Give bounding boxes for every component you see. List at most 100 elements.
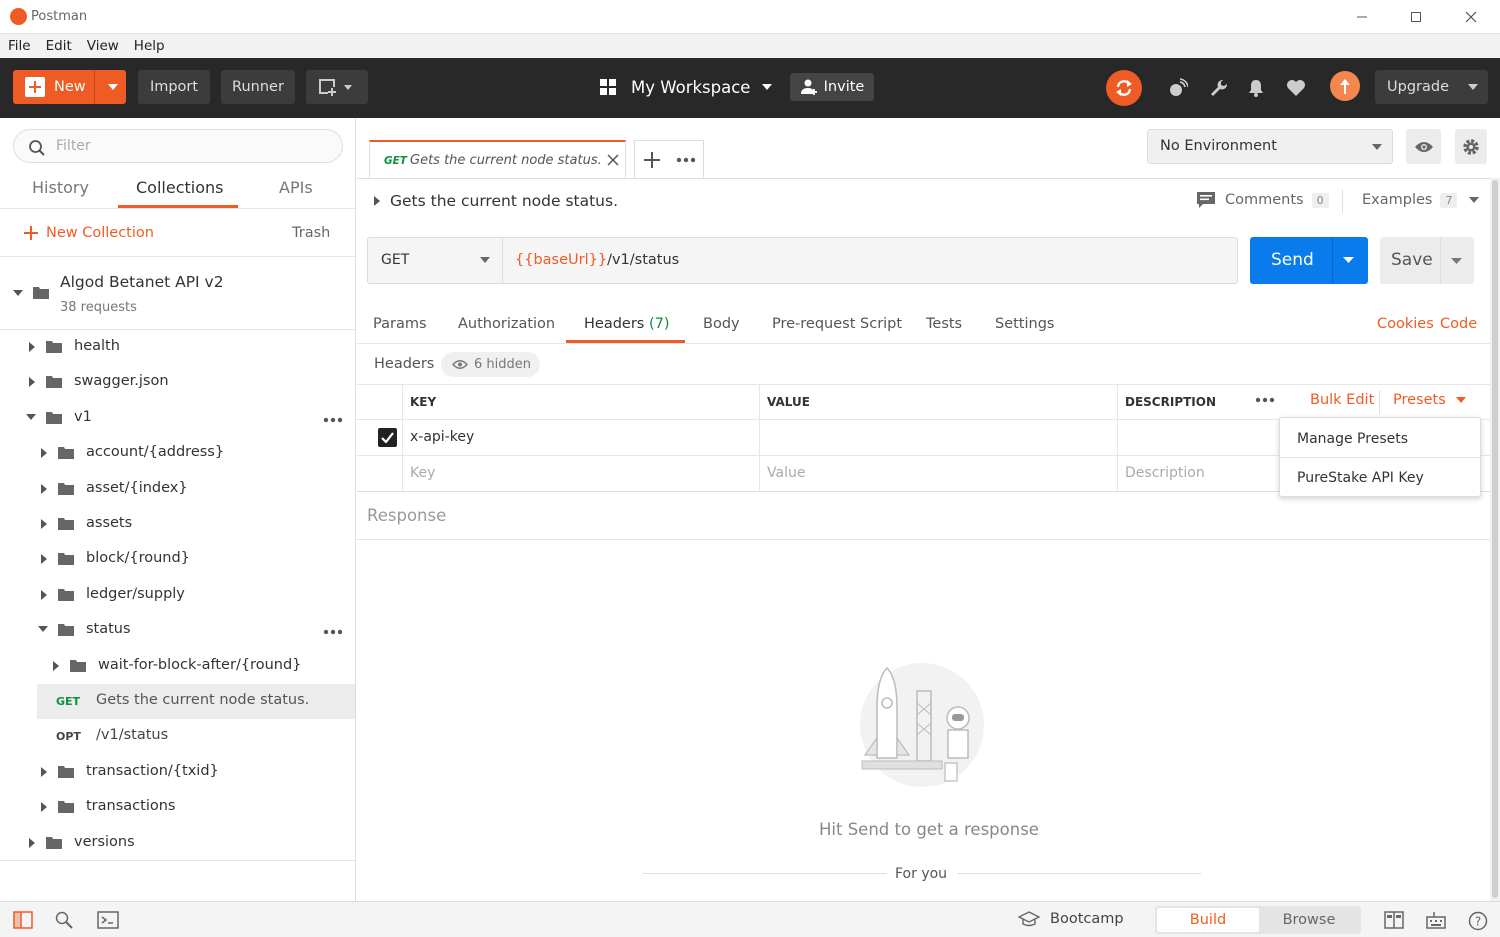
menu-help[interactable]: Help (134, 38, 165, 54)
sync-icon[interactable] (1106, 70, 1142, 106)
help-icon[interactable]: ? (1468, 911, 1488, 931)
tree-folder-item[interactable]: transactions (0, 790, 355, 825)
tab-history[interactable]: History (32, 178, 89, 197)
new-button[interactable]: New (13, 70, 126, 104)
satellite-icon[interactable] (1168, 78, 1188, 98)
request-name[interactable]: Gets the current node status. (373, 192, 618, 210)
tab-more-button[interactable] (669, 141, 703, 178)
tree-folder-item[interactable]: transaction/{txid} (0, 755, 355, 790)
menu-edit[interactable]: Edit (46, 38, 72, 54)
close-icon[interactable] (607, 154, 619, 166)
environment-quick-look-button[interactable] (1406, 129, 1441, 164)
new-key-input[interactable]: Key (402, 456, 759, 492)
url-input[interactable]: {{baseUrl}}/v1/status (515, 252, 679, 268)
chevron-right-icon[interactable] (40, 766, 48, 777)
filter-box[interactable] (13, 129, 343, 163)
heart-icon[interactable] (1286, 78, 1306, 98)
more-icon[interactable] (323, 629, 343, 635)
chevron-right-icon[interactable] (40, 589, 48, 600)
scrollbar-thumb[interactable] (1492, 180, 1498, 898)
header-value-cell[interactable] (759, 420, 1117, 456)
toggle-sidebar-icon[interactable] (13, 911, 33, 929)
tab-tests[interactable]: Tests (926, 316, 962, 332)
avatar[interactable] (1330, 71, 1360, 101)
tree-request-item[interactable]: OPT/v1/status (0, 719, 355, 754)
menu-item-manage-presets[interactable]: Manage Presets (1280, 419, 1480, 457)
tree-folder-item[interactable]: wait-for-block-after/{round} (0, 649, 355, 684)
chevron-right-icon[interactable] (40, 483, 48, 494)
chevron-right-icon[interactable] (28, 377, 36, 388)
keyboard-shortcuts-icon[interactable] (1426, 911, 1446, 929)
chevron-down-icon[interactable] (1451, 258, 1462, 265)
tab-apis[interactable]: APIs (279, 178, 313, 197)
tab-body[interactable]: Body (703, 316, 740, 332)
new-collection-button[interactable]: New Collection (24, 225, 154, 241)
menu-file[interactable]: File (8, 38, 31, 54)
examples-button[interactable]: Examples 7 (1362, 192, 1480, 208)
new-value-input[interactable]: Value (759, 456, 1117, 492)
workspace-switcher[interactable]: My Workspace (598, 70, 774, 104)
tab-settings[interactable]: Settings (995, 316, 1054, 332)
new-window-button[interactable] (306, 70, 368, 104)
more-icon[interactable] (323, 417, 343, 423)
maximize-icon[interactable] (1401, 5, 1431, 29)
chevron-right-icon[interactable] (40, 519, 48, 529)
bell-icon[interactable] (1246, 78, 1266, 98)
tree-folder-item[interactable]: block/{round} (0, 542, 355, 577)
environment-select[interactable]: No Environment (1147, 129, 1393, 164)
tree-folder-item[interactable]: assets (0, 507, 355, 542)
runner-button[interactable]: Runner (221, 70, 295, 104)
tab-collections[interactable]: Collections (136, 178, 223, 197)
chevron-right-icon[interactable] (40, 802, 48, 813)
tree-folder-item[interactable]: swagger.json (0, 365, 355, 400)
import-button[interactable]: Import (138, 70, 210, 104)
two-pane-view-icon[interactable] (1384, 911, 1404, 929)
more-icon[interactable] (1255, 397, 1275, 403)
trash-button[interactable]: Trash (292, 225, 330, 241)
presets-dropdown[interactable]: Presets (1393, 392, 1466, 408)
request-tab[interactable]: GET Gets the current node status. (369, 140, 626, 178)
filter-input[interactable] (56, 136, 326, 156)
add-tab-button[interactable] (635, 141, 669, 178)
tree-folder-item[interactable]: asset/{index} (0, 472, 355, 507)
save-button[interactable]: Save (1380, 237, 1474, 284)
chevron-right-icon[interactable] (52, 660, 60, 671)
menu-view[interactable]: View (87, 38, 119, 54)
bootcamp-button[interactable]: Bootcamp (1018, 911, 1124, 927)
code-link[interactable]: Code (1440, 316, 1477, 332)
comments-button[interactable]: Comments 0 (1197, 192, 1329, 208)
tab-authorization[interactable]: Authorization (458, 316, 555, 332)
collection-item[interactable]: Algod Betanet API v2 38 requests (0, 257, 355, 329)
wrench-icon[interactable] (1209, 78, 1229, 98)
browse-mode-button[interactable]: Browse (1259, 908, 1359, 932)
cookies-link[interactable]: Cookies (1377, 316, 1434, 332)
tab-params[interactable]: Params (373, 316, 427, 332)
header-enabled-checkbox[interactable] (378, 428, 397, 447)
tree-folder-item[interactable]: v1 (0, 401, 355, 436)
manage-environments-button[interactable] (1455, 129, 1487, 164)
tree-folder-item[interactable]: account/{address} (0, 436, 355, 471)
send-button[interactable]: Send (1250, 237, 1368, 284)
header-key-cell[interactable]: x-api-key (402, 420, 759, 456)
upgrade-button[interactable]: Upgrade (1375, 70, 1488, 104)
chevron-right-icon[interactable] (28, 342, 36, 352)
menu-item-purestake-api-key[interactable]: PureStake API Key (1280, 458, 1480, 496)
find-icon[interactable] (55, 911, 75, 929)
tree-folder-item[interactable]: health (0, 330, 355, 365)
hidden-headers-toggle[interactable]: 6 hidden (441, 352, 540, 377)
invite-button[interactable]: Invite (790, 73, 874, 101)
chevron-down-icon[interactable] (13, 289, 23, 297)
chevron-right-icon[interactable] (40, 554, 48, 565)
chevron-right-icon[interactable] (28, 837, 36, 848)
method-select[interactable]: GET (368, 238, 503, 283)
chevron-down-icon[interactable] (1343, 257, 1354, 264)
tab-prerequest-script[interactable]: Pre-request Script (772, 316, 902, 332)
build-mode-button[interactable]: Build (1157, 908, 1259, 932)
tree-folder-item[interactable]: ledger/supply (0, 578, 355, 613)
chevron-down-icon[interactable] (38, 625, 48, 633)
chevron-down-icon[interactable] (107, 83, 119, 91)
chevron-down-icon[interactable] (26, 413, 36, 421)
close-window-icon[interactable] (1456, 5, 1486, 29)
chevron-right-icon[interactable] (40, 448, 48, 459)
tree-request-item[interactable]: GET Gets the current node status. (37, 684, 355, 719)
